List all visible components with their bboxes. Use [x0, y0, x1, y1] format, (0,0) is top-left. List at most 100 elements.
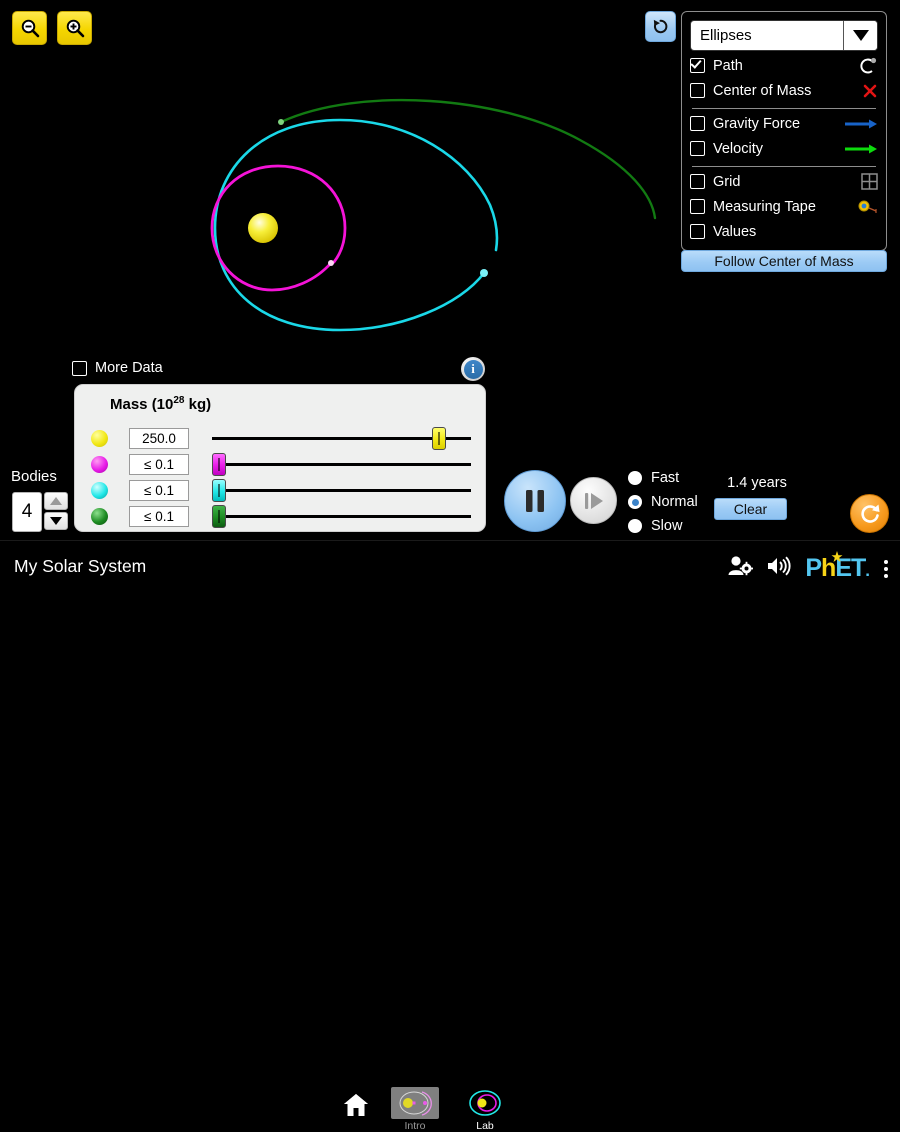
gravity-force-label: Gravity Force [713, 115, 801, 132]
more-options-button[interactable] [882, 558, 890, 580]
body-swatch-cyan [91, 481, 108, 499]
kebab-dot [884, 559, 888, 564]
zoom-in-icon [66, 19, 84, 38]
body-cyan[interactable] [480, 269, 488, 277]
body-green[interactable] [278, 119, 284, 125]
sim-title: My Solar System [14, 556, 147, 576]
checkbox-values[interactable]: Values [690, 221, 878, 242]
bodies-increment-button[interactable] [44, 492, 68, 510]
logo-p: P [805, 554, 822, 582]
grid-label: Grid [713, 173, 741, 190]
bodies-count[interactable]: 4 [12, 492, 42, 532]
checkbox-center-of-mass[interactable]: Center of Mass [690, 80, 878, 101]
more-data-checkbox[interactable]: More Data [72, 360, 163, 376]
center-of-mass-label: Center of Mass [713, 82, 812, 99]
zoom-in-button[interactable] [57, 11, 92, 45]
zoom-out-button[interactable] [12, 11, 47, 45]
measuring-tape-checkbox-box[interactable] [690, 199, 705, 214]
measuring-tape-icon [844, 200, 878, 214]
home-button[interactable] [343, 1093, 369, 1123]
step-forward-button[interactable] [570, 477, 617, 524]
follow-center-of-mass-button[interactable]: Follow Center of Mass [681, 250, 887, 272]
gravity-force-checkbox-box[interactable] [690, 116, 705, 131]
radio-normal[interactable] [628, 495, 642, 509]
home-icon [344, 1094, 368, 1116]
orbit-path-magenta [210, 164, 347, 292]
preset-dropdown-value: Ellipses [700, 27, 752, 44]
checkbox-velocity[interactable]: Velocity [690, 138, 878, 159]
checkbox-path[interactable]: Path [690, 55, 878, 76]
values-checkbox-box[interactable] [690, 224, 705, 239]
measuring-tape-label: Measuring Tape [713, 198, 816, 215]
speed-label-slow: Slow [651, 518, 683, 534]
checkbox-gravity-force[interactable]: Gravity Force [690, 113, 878, 134]
mass-slider[interactable] [212, 425, 471, 451]
navbar-right-group: PhET. [727, 551, 890, 582]
mass-row: ≤ 0.1 [83, 503, 479, 529]
mass-title-suffix: kg) [184, 396, 212, 413]
velocity-checkbox-box[interactable] [690, 141, 705, 156]
mass-slider[interactable] [212, 477, 471, 503]
mass-slider[interactable] [212, 451, 471, 477]
logo-star-icon [831, 551, 843, 562]
mass-slider-track [212, 463, 471, 466]
info-button[interactable]: i [461, 357, 485, 381]
tab-intro-label: Intro [404, 1120, 426, 1132]
mass-panel: Mass (1028 kg) 250.0 ≤ 0.1 ≤ 0.1 ≤ 0.1 [74, 384, 486, 532]
mass-value-field[interactable]: ≤ 0.1 [129, 453, 189, 475]
info-icon: i [463, 359, 483, 379]
mass-slider-thumb[interactable] [432, 427, 447, 450]
radio-slow[interactable] [628, 519, 642, 533]
mass-row: 250.0 [83, 425, 479, 451]
grid-checkbox-box[interactable] [690, 174, 705, 189]
path-label: Path [713, 57, 743, 74]
control-panel: Ellipses Path Center of Mass Gravity For… [681, 11, 887, 251]
tab-lab[interactable]: Lab [461, 1087, 509, 1132]
user-settings-button[interactable] [727, 555, 754, 582]
reset-all-icon [860, 504, 879, 523]
clear-button[interactable]: Clear [714, 498, 787, 520]
simulation-canvas[interactable]: Ellipses Path Center of Mass Gravity For… [0, 0, 900, 540]
green-arrow-icon [844, 143, 878, 155]
mass-value-field[interactable]: 250.0 [129, 427, 189, 449]
pause-icon [526, 490, 544, 512]
bodies-label: Bodies [11, 468, 57, 485]
kebab-dot [884, 573, 888, 578]
center-of-mass-icon [844, 83, 878, 99]
sound-toggle-button[interactable] [766, 555, 792, 582]
mass-slider-thumb[interactable] [212, 505, 226, 528]
checkbox-grid[interactable]: Grid [690, 171, 878, 192]
speed-label-fast: Fast [651, 470, 680, 486]
mass-slider-thumb[interactable] [212, 453, 226, 476]
speed-option-fast[interactable]: Fast [628, 466, 718, 490]
reset-all-button[interactable] [850, 494, 889, 533]
bodies-decrement-button[interactable] [44, 512, 68, 530]
navbar: My Solar System Intro Lab PhET. [0, 540, 900, 1132]
tab-lab-thumbnail [461, 1087, 509, 1119]
body-magenta[interactable] [328, 260, 334, 266]
path-arc-icon [844, 57, 878, 75]
mass-slider[interactable] [212, 503, 471, 529]
body-swatch-yellow [91, 429, 108, 447]
phet-logo[interactable]: PhET. [805, 551, 870, 582]
velocity-label: Velocity [713, 140, 763, 157]
path-checkbox-box[interactable] [690, 58, 705, 73]
mass-value-field[interactable]: ≤ 0.1 [129, 505, 189, 527]
speed-label-normal: Normal [651, 494, 698, 510]
mass-slider-thumb[interactable] [212, 479, 226, 502]
mass-rows: 250.0 ≤ 0.1 ≤ 0.1 ≤ 0.1 [83, 425, 479, 529]
panel-divider-1 [692, 108, 876, 109]
speed-option-normal[interactable]: Normal [628, 490, 718, 514]
tab-intro[interactable]: Intro [391, 1087, 439, 1132]
center-of-mass-checkbox-box[interactable] [690, 83, 705, 98]
checkbox-measuring-tape[interactable]: Measuring Tape [690, 196, 878, 217]
preset-dropdown[interactable]: Ellipses [690, 20, 878, 51]
radio-fast[interactable] [628, 471, 642, 485]
speed-option-slow[interactable]: Slow [628, 514, 718, 538]
mass-value-field[interactable]: ≤ 0.1 [129, 479, 189, 501]
more-data-checkbox-box[interactable] [72, 360, 87, 376]
pause-button[interactable] [504, 470, 566, 532]
chevron-down-icon [50, 517, 62, 525]
rewind-button[interactable] [645, 11, 676, 42]
body-sun[interactable] [248, 213, 278, 243]
